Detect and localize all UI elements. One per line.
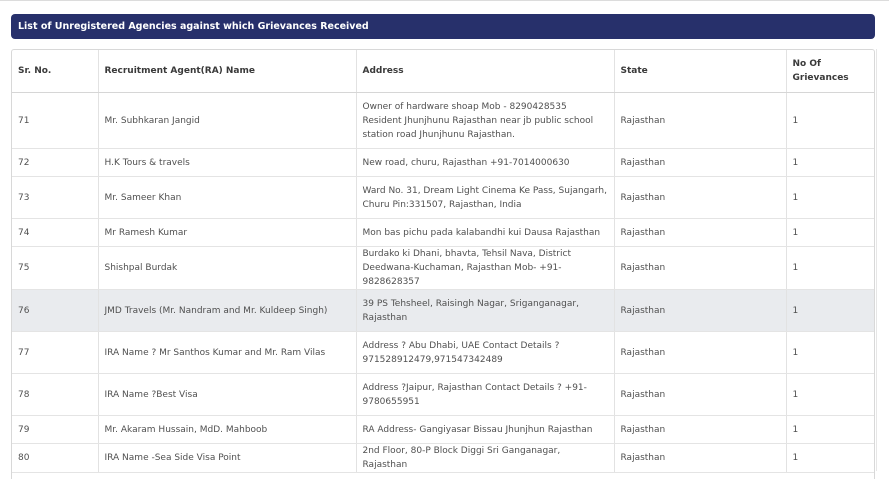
grievances-table-container[interactable]: Sr. No. Recruitment Agent(RA) Name Addre… xyxy=(11,49,875,479)
cell-grievances: 1 xyxy=(786,331,874,374)
cell-grievances: 1 xyxy=(786,289,874,332)
cell-state: Rajasthan xyxy=(614,246,787,290)
table-row[interactable]: 77 IRA Name ? Mr Santhos Kumar and Mr. R… xyxy=(12,331,874,374)
cell-address: 2nd Floor, 80-P Block Diggi Sri Ganganag… xyxy=(356,443,615,473)
cell-sr-no: 74 xyxy=(12,218,99,247)
cell-agent-name: H.K Tours & travels xyxy=(98,148,357,177)
cell-state: Rajasthan xyxy=(614,443,787,473)
cell-state: Rajasthan xyxy=(614,218,787,247)
cell-address: Ward No. 31, Dream Light Cinema Ke Pass,… xyxy=(356,176,615,219)
cell-grievances: 1 xyxy=(786,373,874,416)
table-row[interactable]: 78 IRA Name ?Best Visa Address ?Jaipur, … xyxy=(12,373,874,416)
cell-state: Rajasthan xyxy=(614,373,787,416)
table-header-row: Sr. No. Recruitment Agent(RA) Name Addre… xyxy=(12,50,874,93)
cell-agent-name: Mr. Subhkaran Jangid xyxy=(98,92,357,149)
header-agent-name[interactable]: Recruitment Agent(RA) Name xyxy=(98,50,357,93)
table-row[interactable]: 75 Shishpal Burdak Burdako ki Dhani, bha… xyxy=(12,246,874,290)
table-row[interactable]: 79 Mr. Akaram Hussain, MdD. Mahboob RA A… xyxy=(12,415,874,444)
cell-address: Mon bas pichu pada kalabandhi kui Dausa … xyxy=(356,218,615,247)
table-row[interactable]: 72 H.K Tours & travels New road, churu, … xyxy=(12,148,874,177)
cell-agent-name: Mr Ramesh Kumar xyxy=(98,218,357,247)
cell-agent-name: IRA Name ? Mr Santhos Kumar and Mr. Ram … xyxy=(98,331,357,374)
cell-address: New road, churu, Rajasthan +91-701400063… xyxy=(356,148,615,177)
cell-state: Rajasthan xyxy=(614,176,787,219)
cell-grievances: 1 xyxy=(786,148,874,177)
cell-grievances: 1 xyxy=(786,443,874,473)
cell-agent-name: JMD Travels (Mr. Nandram and Mr. Kuldeep… xyxy=(98,289,357,332)
cell-sr-no: 73 xyxy=(12,176,99,219)
cell-sr-no: 72 xyxy=(12,148,99,177)
cell-grievances: 1 xyxy=(786,176,874,219)
table-row-hovered[interactable]: 76 JMD Travels (Mr. Nandram and Mr. Kuld… xyxy=(12,289,874,332)
cell-sr-no: 71 xyxy=(12,92,99,149)
cell-grievances: 1 xyxy=(786,246,874,290)
header-sr-no[interactable]: Sr. No. xyxy=(12,50,99,93)
top-divider xyxy=(0,0,889,1)
cell-agent-name: Mr. Akaram Hussain, MdD. Mahboob xyxy=(98,415,357,444)
cell-agent-name: Mr. Sameer Khan xyxy=(98,176,357,219)
cell-grievances: 1 xyxy=(786,218,874,247)
header-no-of-grievances[interactable]: No Of Grievances xyxy=(786,50,874,93)
cell-address: Owner of hardware shoap Mob - 8290428535… xyxy=(356,92,615,149)
cell-agent-name: Shishpal Burdak xyxy=(98,246,357,290)
cell-address: 39 PS Tehsheel, Raisingh Nagar, Sriganga… xyxy=(356,289,615,332)
cell-state: Rajasthan xyxy=(614,289,787,332)
cell-address: RA Address- Gangiyasar Bissau Jhunjhun R… xyxy=(356,415,615,444)
table-row[interactable]: 74 Mr Ramesh Kumar Mon bas pichu pada ka… xyxy=(12,218,874,247)
cell-agent-name: IRA Name -Sea Side Visa Point xyxy=(98,443,357,473)
cell-sr-no: 77 xyxy=(12,331,99,374)
cell-address: Burdako ki Dhani, bhavta, Tehsil Nava, D… xyxy=(356,246,615,290)
cell-sr-no: 78 xyxy=(12,373,99,416)
section-title-banner: List of Unregistered Agencies against wh… xyxy=(11,14,875,39)
cell-sr-no: 79 xyxy=(12,415,99,444)
table-row[interactable]: 71 Mr. Subhkaran Jangid Owner of hardwar… xyxy=(12,92,874,149)
table-row[interactable]: 73 Mr. Sameer Khan Ward No. 31, Dream Li… xyxy=(12,176,874,219)
cell-state: Rajasthan xyxy=(614,92,787,149)
cell-state: Rajasthan xyxy=(614,331,787,374)
cell-sr-no: 75 xyxy=(12,246,99,290)
cell-address: Address ?Jaipur, Rajasthan Contact Detai… xyxy=(356,373,615,416)
cell-address: Address ? Abu Dhabi, UAE Contact Details… xyxy=(356,331,615,374)
cell-sr-no: 80 xyxy=(12,443,99,473)
cell-grievances: 1 xyxy=(786,92,874,149)
cell-state: Rajasthan xyxy=(614,415,787,444)
cell-agent-name: IRA Name ?Best Visa xyxy=(98,373,357,416)
cell-sr-no: 76 xyxy=(12,289,99,332)
page-right-border xyxy=(876,49,877,471)
header-address[interactable]: Address xyxy=(356,50,615,93)
cell-state: Rajasthan xyxy=(614,148,787,177)
table-row[interactable]: 80 IRA Name -Sea Side Visa Point 2nd Flo… xyxy=(12,443,874,473)
cell-grievances: 1 xyxy=(786,415,874,444)
unregistered-agencies-table: Sr. No. Recruitment Agent(RA) Name Addre… xyxy=(12,50,874,473)
header-state[interactable]: State xyxy=(614,50,787,93)
